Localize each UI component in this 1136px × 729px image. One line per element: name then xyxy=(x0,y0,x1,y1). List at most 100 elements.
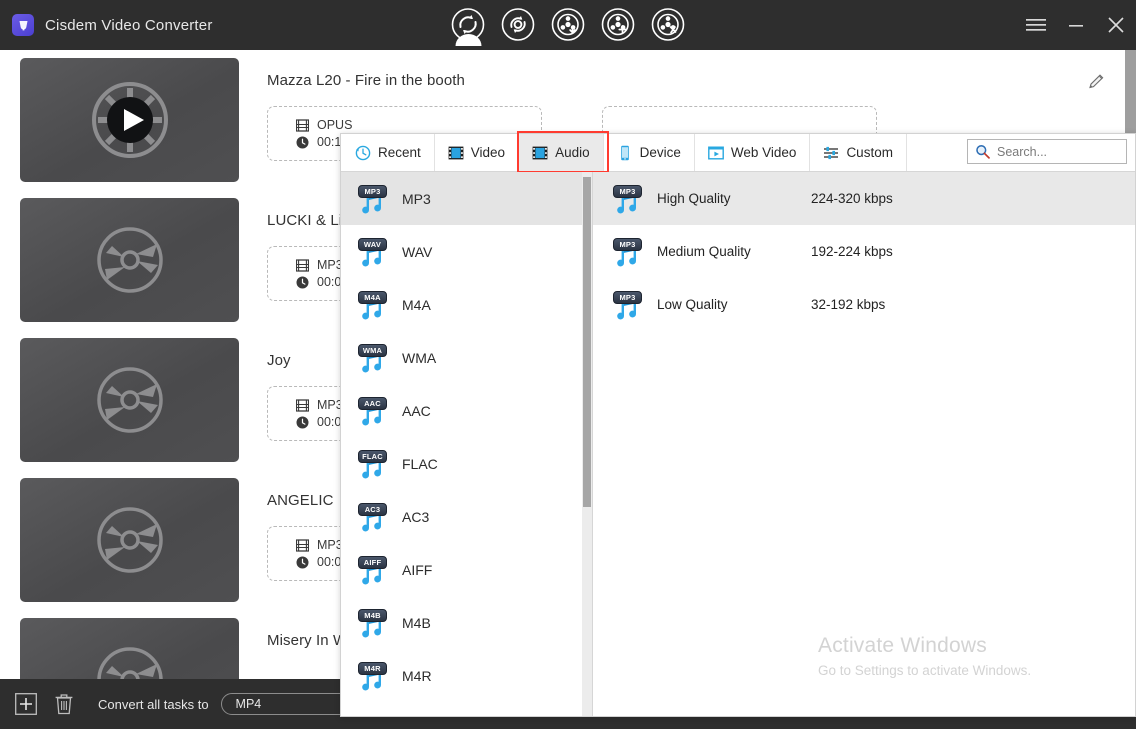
convert-all-label: Convert all tasks to xyxy=(98,696,209,712)
format-line: OPUS xyxy=(296,118,541,132)
compress-circle-icon[interactable] xyxy=(500,6,537,43)
tab-label: Device xyxy=(639,145,681,160)
tab-custom[interactable]: Custom xyxy=(810,134,907,171)
format-label: AC3 xyxy=(402,508,430,525)
trash-icon[interactable] xyxy=(52,692,76,716)
format-badge: AC3 xyxy=(358,502,387,516)
audio-format-icon: WAV xyxy=(356,237,388,267)
task-title: Mazza L20 - Fire in the booth xyxy=(267,72,466,89)
format-value: MP3 xyxy=(317,538,343,552)
app-title: Cisdem Video Converter xyxy=(45,16,213,34)
format-badge: FLAC xyxy=(358,449,387,463)
search-input[interactable] xyxy=(997,144,1117,159)
tab-video[interactable]: Video xyxy=(435,134,520,171)
format-label: WAV xyxy=(402,243,433,260)
quality-bitrate: 224-320 kbps xyxy=(811,191,893,206)
edit-pencil-icon[interactable] xyxy=(1087,72,1106,91)
search-box[interactable] xyxy=(967,139,1127,164)
tab-recent[interactable]: Recent xyxy=(341,134,435,171)
convert-tab-wrapper[interactable] xyxy=(450,6,487,46)
quality-badge: MP3 xyxy=(613,237,642,251)
edit-film-icon[interactable] xyxy=(600,6,637,43)
title-bar: Cisdem Video Converter xyxy=(0,0,1136,50)
quality-bitrate: 32-192 kbps xyxy=(811,297,886,312)
format-item-mp3[interactable]: MP3 MP3 xyxy=(341,172,592,225)
format-badge: WMA xyxy=(358,343,387,357)
tab-web-video[interactable]: Web Video xyxy=(695,134,811,171)
format-value: MP3 xyxy=(317,398,343,412)
sliders-icon xyxy=(824,146,839,159)
disc-thumbnail[interactable] xyxy=(20,338,239,462)
quality-badge: MP3 xyxy=(613,184,642,198)
format-label: FLAC xyxy=(402,455,438,472)
video-play-thumbnail[interactable] xyxy=(20,58,239,182)
convert-all-format-value: MP4 xyxy=(235,697,262,711)
format-item-aac[interactable]: AAC AAC xyxy=(341,384,592,437)
quality-name: High Quality xyxy=(657,191,731,206)
tab-audio[interactable]: Audio xyxy=(517,131,609,173)
menu-button[interactable] xyxy=(1016,0,1056,50)
tab-device[interactable]: Device xyxy=(604,134,695,171)
quality-bitrate: 192-224 kbps xyxy=(811,244,893,259)
format-label: M4A xyxy=(402,296,431,313)
quality-item-medium[interactable]: MP3 Medium Quality 192-224 kbps xyxy=(593,225,1135,278)
film-icon xyxy=(296,258,309,272)
format-value: MP3 xyxy=(317,258,343,272)
film-strip-icon xyxy=(532,146,548,159)
audio-format-icon: AC3 xyxy=(356,502,388,532)
film-icon xyxy=(296,398,309,412)
disc-thumbnail[interactable] xyxy=(20,198,239,322)
audio-format-icon: MP3 xyxy=(356,184,388,214)
format-label: AAC xyxy=(402,402,431,419)
format-item-wav[interactable]: WAV WAV xyxy=(341,225,592,278)
format-label: MP3 xyxy=(402,190,431,207)
clock-icon xyxy=(296,416,309,428)
tab-label: Video xyxy=(470,145,506,160)
format-badge: MP3 xyxy=(358,184,387,198)
minimize-button[interactable] xyxy=(1056,0,1096,50)
disc-thumbnail[interactable] xyxy=(20,618,239,679)
format-item-m4r[interactable]: M4R M4R xyxy=(341,649,592,702)
tab-label: Recent xyxy=(378,145,421,160)
download-film-icon[interactable] xyxy=(550,6,587,43)
format-item-ac3[interactable]: AC3 AC3 xyxy=(341,490,592,543)
format-list[interactable]: MP3 MP3 WAV WAV M4A M4A WMA WMA AAC AAC … xyxy=(341,172,593,716)
format-item-m4a[interactable]: M4A M4A xyxy=(341,278,592,331)
format-label: M4R xyxy=(402,667,432,684)
format-list-scrollbar-thumb[interactable] xyxy=(583,177,591,507)
film-icon xyxy=(296,118,309,132)
format-badge: M4A xyxy=(358,290,387,304)
add-plus-icon[interactable] xyxy=(14,692,38,716)
quality-item-low[interactable]: MP3 Low Quality 32-192 kbps xyxy=(593,278,1135,331)
tab-label: Audio xyxy=(555,145,590,160)
format-item-flac[interactable]: FLAC FLAC xyxy=(341,437,592,490)
main-toolbar xyxy=(450,6,687,46)
dialog-body: MP3 MP3 WAV WAV M4A M4A WMA WMA AAC AAC … xyxy=(341,172,1135,716)
close-button[interactable] xyxy=(1096,0,1136,50)
format-item-wma[interactable]: WMA WMA xyxy=(341,331,592,384)
audio-format-icon: AAC xyxy=(356,396,388,426)
format-badge: M4R xyxy=(358,661,387,675)
format-badge: AAC xyxy=(358,396,387,410)
format-list-scrollbar-track[interactable] xyxy=(582,172,592,716)
quality-badge: MP3 xyxy=(613,290,642,304)
tab-label: Web Video xyxy=(730,145,797,160)
quality-name: Medium Quality xyxy=(657,244,751,259)
disc-thumbnail[interactable] xyxy=(20,478,239,602)
tab-label: Custom xyxy=(846,145,893,160)
clock-icon xyxy=(296,136,309,148)
format-item-aiff[interactable]: AIFF AIFF xyxy=(341,543,592,596)
format-label: WMA xyxy=(402,349,437,366)
search-icon xyxy=(976,144,990,159)
audio-format-icon: M4B xyxy=(356,608,388,638)
audio-format-icon: MP3 xyxy=(611,184,643,214)
web-player-icon xyxy=(707,146,724,160)
format-item-m4b[interactable]: M4B M4B xyxy=(341,596,592,649)
quality-item-high[interactable]: MP3 High Quality 224-320 kbps xyxy=(593,172,1135,225)
quality-list[interactable]: MP3 High Quality 224-320 kbps MP3 Medium… xyxy=(593,172,1135,716)
tools-film-icon[interactable] xyxy=(650,6,687,43)
clock-icon xyxy=(296,556,309,568)
cisdem-logo-icon xyxy=(12,14,34,36)
format-label: M4B xyxy=(402,614,431,631)
format-value: OPUS xyxy=(317,118,353,132)
